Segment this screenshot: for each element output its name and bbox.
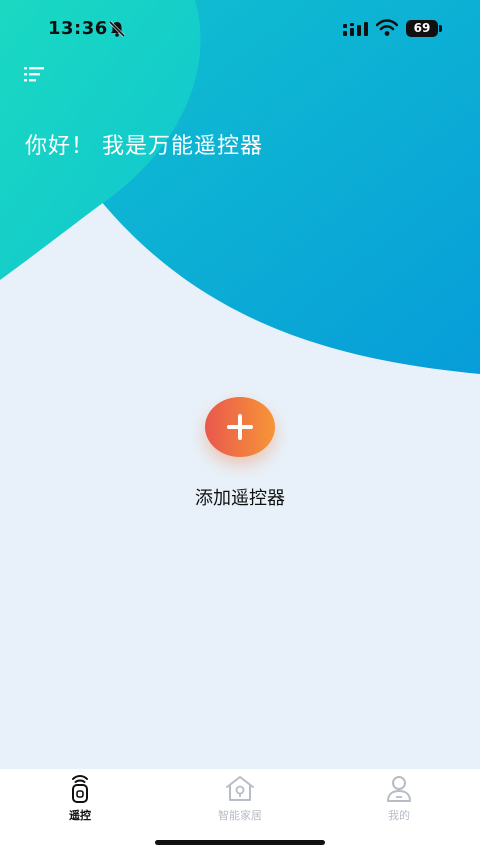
tab-profile-label: 我的 [388, 809, 410, 822]
greeting-text: 你好！ 我是万能遥控器 [25, 134, 263, 159]
tab-remote[interactable]: 遥控 [30, 775, 130, 825]
status-bar: 13:36 69 [0, 0, 480, 58]
tab-smart-home[interactable]: 智能家居 [190, 775, 290, 825]
wifi-icon [376, 19, 398, 36]
battery-cap [439, 25, 442, 32]
profile-icon [387, 776, 411, 802]
hero-background [0, 0, 480, 374]
home-indicator [155, 840, 325, 845]
battery-level: 69 [413, 21, 431, 35]
tab-remote-label: 遥控 [69, 809, 91, 822]
tab-smart-home-label: 智能家居 [218, 809, 262, 822]
signal-icon [343, 22, 368, 36]
smart-home-icon [226, 776, 254, 801]
add-remote-label[interactable]: 添加遥控器 [0, 484, 480, 510]
add-remote-button[interactable] [205, 397, 275, 457]
battery-icon: 69 [406, 20, 438, 37]
status-time: 13:36 [48, 18, 108, 39]
menu-icon[interactable] [24, 66, 46, 84]
bell-slash-icon [108, 20, 126, 38]
remote-icon [72, 775, 88, 803]
plus-icon [227, 414, 253, 440]
tab-profile[interactable]: 我的 [349, 775, 449, 825]
